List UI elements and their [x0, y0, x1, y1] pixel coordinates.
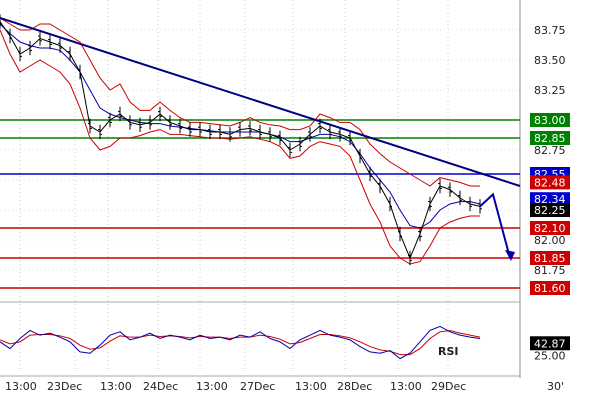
x-tick-label: 13:00: [295, 380, 327, 393]
forex-chart: 83.0082.8582.5582.1081.8581.6083.7583.50…: [0, 0, 570, 393]
forecast-arrow-head: [505, 250, 515, 261]
x-tick-label: 13:00: [100, 380, 132, 393]
y-tick-label: 82.00: [534, 234, 566, 247]
x-tick-label: 13:00: [390, 380, 422, 393]
bollinger-lower: [0, 29, 480, 265]
rsi-current-badge-text: 42.87: [534, 337, 566, 350]
price-badge-text: 82.25: [534, 204, 566, 217]
x-tick-label: 13:00: [196, 380, 228, 393]
x-tick-label: 23Dec: [47, 380, 82, 393]
y-tick-label: 83.50: [534, 54, 566, 67]
y-tick-label: 83.25: [534, 84, 566, 97]
y-tick-label: 83.75: [534, 24, 566, 37]
rsi-panel: RSI 25.0042.87: [0, 325, 570, 362]
price-badge-text: 82.48: [534, 176, 566, 189]
timeframe-label: 30': [547, 380, 564, 393]
y-tick-label: 82.75: [534, 144, 566, 157]
y-tick-label: 81.75: [534, 264, 566, 277]
level-badge-text: 81.60: [534, 282, 566, 295]
price-panel: 83.0082.8582.5582.1081.8581.6083.7583.50…: [0, 0, 570, 378]
rsi-signal-line: [0, 329, 481, 356]
level-badge-text: 83.00: [534, 114, 566, 127]
rsi-y-tick-label: 25.00: [534, 349, 566, 362]
x-tick-label: 24Dec: [143, 380, 178, 393]
x-tick-label: 13:00: [5, 380, 37, 393]
forecast-arrow: [479, 192, 511, 259]
bollinger-upper: [0, 17, 480, 187]
x-tick-label: 29Dec: [431, 380, 466, 393]
rsi-line: [0, 325, 481, 360]
time-axis: 13:00 23Dec 13:00 24Dec 13:00 27Dec 13:00 28Dec…: [5, 380, 564, 393]
x-tick-label: 27Dec: [240, 380, 275, 393]
rsi-label: RSI: [438, 345, 459, 358]
x-tick-label: 28Dec: [337, 380, 372, 393]
